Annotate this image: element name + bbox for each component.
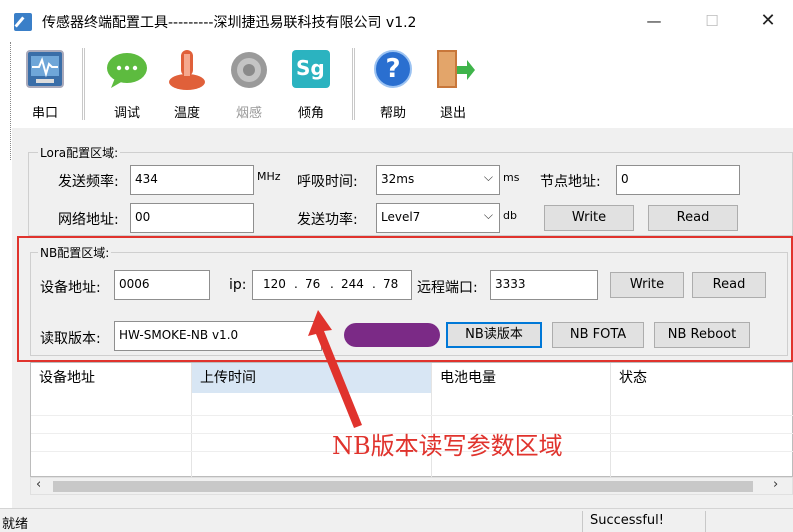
send-power-unit: db [503,209,517,222]
thermometer-icon [168,50,206,90]
window-title: 传感器终端配置工具---------深圳捷迅易联科技有限公司 v1.2 [42,15,417,31]
frequency-unit: MHz [257,170,281,183]
send-power-value: Level7 [381,210,421,224]
column-header-status[interactable]: 状态 [611,363,793,393]
column-divider [191,363,192,478]
status-message: Successful! [590,513,664,528]
annotation-arrow [308,310,362,428]
send-power-label: 发送功率: [297,212,358,228]
breath-time-select[interactable]: 32ms ⌵ [376,165,500,195]
toolbar-button-smoke[interactable]: 烟感 [224,46,274,124]
column-header-battery[interactable]: 电池电量 [432,363,610,393]
chat-bubble-icon [107,50,147,88]
toolbar-separator [352,48,355,120]
close-button[interactable]: ✕ [746,8,790,34]
tilt-sg-icon: Sg [292,50,330,88]
minimize-button[interactable]: — [632,8,676,34]
help-glyph: ? [385,54,401,84]
scroll-thumb[interactable] [53,481,753,492]
breath-time-unit: ms [503,171,520,184]
smoke-sensor-icon [230,50,268,88]
lora-write-button[interactable]: Write [544,205,634,231]
annotation-label: NB版本读写参数区域 [332,432,563,460]
toolbar-grip [10,42,11,160]
breath-time-value: 32ms [381,172,415,186]
title-bar: 传感器终端配置工具---------深圳捷迅易联科技有限公司 v1.2 — ☐ … [0,0,793,42]
toolbar-label-help: 帮助 [379,106,406,121]
column-divider [610,363,611,478]
toolbar-label-exit: 退出 [439,106,466,121]
toolbar-button-tilt[interactable]: Sg 倾角 [286,46,336,124]
node-address-input[interactable]: 0 [616,165,740,195]
network-address-label: 网络地址: [58,212,119,228]
toolbar-button-exit[interactable]: 退出 [428,46,478,124]
scroll-right-arrow[interactable]: › [773,477,778,492]
serial-port-icon [26,50,64,88]
toolbar-button-debug[interactable]: 调试 [102,46,152,124]
toolbar-button-serial[interactable]: 串口 [20,46,70,124]
send-frequency-input[interactable]: 434 [130,165,254,195]
send-power-select[interactable]: Level7 ⌵ [376,203,500,233]
toolbar-button-help[interactable]: ? 帮助 [368,46,418,124]
app-icon [14,13,32,31]
help-icon: ? [374,50,412,88]
maximize-button[interactable]: ☐ [690,8,734,34]
status-bar: 就绪 Successful! [0,508,793,532]
status-divider [705,511,706,532]
breath-time-label: 呼吸时间: [297,174,358,190]
column-header-device-address[interactable]: 设备地址 [31,363,191,393]
toolbar-button-temperature[interactable]: 温度 [162,46,212,124]
toolbar-label-tilt: 倾角 [297,106,324,121]
toolbar: 串口 调试 温度 烟感 Sg 倾角 ? 帮助 退出 [12,42,793,126]
toolbar-label-debug: 调试 [113,106,140,121]
send-frequency-label: 发送频率: [58,174,119,190]
scroll-left-arrow[interactable]: ‹ [36,477,41,492]
toolbar-label-serial: 串口 [31,106,58,121]
lora-group-title: Lora配置区域: [38,144,121,161]
horizontal-scrollbar[interactable]: ‹ › [30,477,793,495]
exit-door-icon [434,50,475,88]
status-ready: 就绪 [2,517,29,532]
network-address-input[interactable]: 00 [130,203,254,233]
tilt-sg-text: Sg [296,56,325,80]
status-divider [582,511,583,532]
chevron-down-icon: ⌵ [483,208,493,222]
node-address-label: 节点地址: [540,174,601,190]
lora-read-button[interactable]: Read [648,205,738,231]
toolbar-label-smoke: 烟感 [235,106,262,121]
toolbar-label-temperature: 温度 [173,106,200,121]
chevron-down-icon: ⌵ [483,170,493,184]
toolbar-separator [82,48,85,120]
